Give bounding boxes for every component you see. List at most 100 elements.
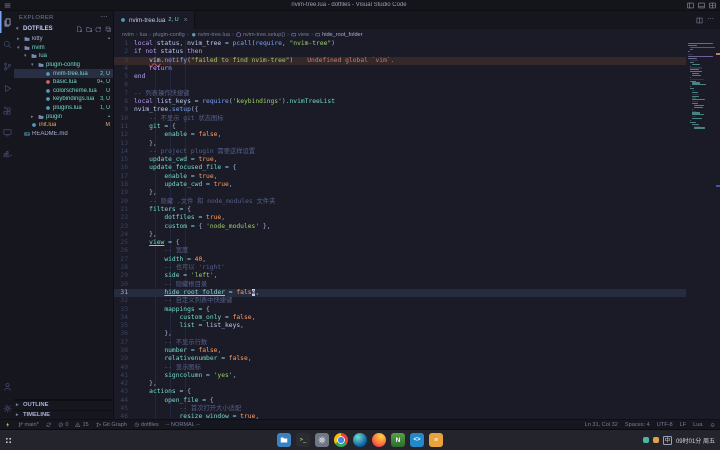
code-line-6[interactable]: 6	[114, 81, 686, 89]
minimap[interactable]	[686, 40, 716, 419]
code-line-15[interactable]: 15 update_cwd = true,	[114, 156, 686, 164]
app-chrome-icon[interactable]	[334, 433, 348, 447]
app-vscode-icon[interactable]: <>	[410, 433, 424, 447]
activity-explorer[interactable]	[0, 11, 14, 33]
more-actions-icon[interactable]: ⋯	[707, 16, 714, 23]
tree-item-keybindings.lua[interactable]: keybindings.lua 3, U	[14, 95, 113, 104]
code-line-27[interactable]: 27 width = 40,	[114, 256, 686, 264]
code-line-2[interactable]: 2 if not status then	[114, 48, 686, 56]
split-editor-icon[interactable]	[696, 17, 703, 24]
code-line-14[interactable]: 14 -- project plugin 需要这样设置	[114, 148, 686, 156]
code-line-10[interactable]: 10 -- 不显示 git 状态图标	[114, 115, 686, 123]
status-cursor-position[interactable]: Ln 31, Col 32	[585, 422, 618, 428]
tree-item-basic.lua[interactable]: basic.lua 9+, U	[14, 78, 113, 87]
code-line-33[interactable]: 33 mappings = {	[114, 306, 686, 314]
tree-item-lua[interactable]: ▾ lua	[14, 52, 113, 61]
launcher-icon[interactable]	[4, 436, 13, 445]
tree-item-init.lua[interactable]: init.lua M	[14, 121, 113, 130]
code-line-7[interactable]: 7 -- 列表操作快捷键	[114, 90, 686, 98]
status-vim-mode[interactable]: -- NORMAL --	[166, 422, 200, 428]
tree-item-plugins.lua[interactable]: plugins.lua 1, U	[14, 104, 113, 113]
code-line-25[interactable]: 25 view = {	[114, 239, 686, 247]
code-line-19[interactable]: 19 },	[114, 189, 686, 197]
tree-item-plugin-config[interactable]: ▾ plugin-config	[14, 61, 113, 70]
code-line-11[interactable]: 11 git = {	[114, 123, 686, 131]
section-outline[interactable]: ▸ OUTLINE	[14, 400, 113, 410]
layout-panel-icon[interactable]	[698, 2, 705, 9]
collapse-all-icon[interactable]	[105, 26, 112, 33]
code-line-21[interactable]: 21 filters = {	[114, 206, 686, 214]
code-line-31[interactable]: 31 hide_root_folder = false,	[114, 288, 686, 298]
status-errors[interactable]: 0	[58, 422, 68, 428]
code-line-44[interactable]: 44 open_file = {	[114, 397, 686, 405]
code-line-16[interactable]: 16 update_focused_file = {	[114, 164, 686, 172]
code-line-38[interactable]: 38 number = false,	[114, 347, 686, 355]
app-settings-icon[interactable]	[315, 433, 329, 447]
close-icon[interactable]: ×	[184, 17, 188, 24]
layout-customize-icon[interactable]	[709, 2, 716, 9]
status-encoding[interactable]: UTF-8	[657, 422, 673, 428]
code-line-28[interactable]: 28 -- 也可以 'right'	[114, 264, 686, 272]
code-line-36[interactable]: 36 },	[114, 330, 686, 338]
breadcrumb-item[interactable]: nvim-tree.lua	[191, 32, 230, 38]
tray-notification-icon[interactable]	[652, 437, 659, 443]
app-terminal-icon[interactable]: >_	[296, 433, 310, 447]
code-line-26[interactable]: 26 -- 宽度	[114, 247, 686, 255]
activity-search[interactable]	[0, 33, 14, 55]
breadcrumb-item[interactable]: lua	[140, 32, 147, 38]
activity-account[interactable]	[0, 375, 14, 397]
code-line-20[interactable]: 20 -- 隐藏 .文件 和 node_modules 文件夹	[114, 198, 686, 206]
code-line-22[interactable]: 22 dotfiles = true,	[114, 214, 686, 222]
code-line-8[interactable]: 8 local list_keys = require('keybindings'…	[114, 98, 686, 106]
activity-settings[interactable]	[0, 397, 14, 419]
breadcrumb-item[interactable]: plugin-config	[153, 32, 185, 38]
refresh-icon[interactable]	[95, 26, 102, 33]
code-editor[interactable]: 1 local status, nvim_tree = pcall(require…	[114, 40, 686, 419]
status-indentation[interactable]: Spaces: 4	[625, 422, 650, 428]
status-sync[interactable]	[46, 422, 52, 428]
code-line-18[interactable]: 18 update_cwd = true,	[114, 181, 686, 189]
tree-item-nvim-tree.lua[interactable]: nvim-tree.lua 2, U	[14, 69, 113, 78]
code-line-30[interactable]: 30 -- 隐藏根目录	[114, 281, 686, 289]
input-method-icon[interactable]: 中	[662, 435, 672, 445]
tree-item-nvim[interactable]: ▾ nvim	[14, 44, 113, 53]
new-file-icon[interactable]	[76, 26, 83, 33]
activity-source-control[interactable]	[0, 55, 14, 77]
code-line-42[interactable]: 42 },	[114, 380, 686, 388]
tree-item-colorscheme.lua[interactable]: colorscheme.lua U	[14, 87, 113, 96]
code-line-45[interactable]: 45 -- 首次打开大小适配	[114, 405, 686, 413]
code-line-35[interactable]: 35 list = list_keys,	[114, 322, 686, 330]
app-firefox-icon[interactable]	[372, 433, 386, 447]
layout-sidebar-icon[interactable]	[687, 2, 694, 9]
status-notifications[interactable]	[710, 422, 716, 428]
code-line-17[interactable]: 17 enable = true,	[114, 173, 686, 181]
code-line-12[interactable]: 12 enable = false,	[114, 131, 686, 139]
breadcrumb-item[interactable]: hide_root_folder	[315, 32, 363, 38]
code-line-34[interactable]: 34 custom_only = false,	[114, 314, 686, 322]
tree-item-plugin[interactable]: ▸ plugin •	[14, 112, 113, 121]
code-line-9[interactable]: 9 nvim_tree.setup({	[114, 106, 686, 114]
section-timeline[interactable]: ▸ TIMELINE	[14, 409, 113, 420]
status-warnings[interactable]: 15	[75, 422, 89, 428]
code-line-46[interactable]: 46 resize_window = true,	[114, 413, 686, 419]
code-line-4[interactable]: 4 return	[114, 65, 686, 73]
code-line-32[interactable]: 32 -- 自定义列表中快捷键	[114, 297, 686, 305]
code-line-1[interactable]: 1 local status, nvim_tree = pcall(require…	[114, 40, 686, 48]
app-notes-icon[interactable]: ≡	[429, 433, 443, 447]
explorer-section-dotfiles[interactable]: ▾ DOTFILES	[14, 24, 113, 34]
status-remote[interactable]	[5, 422, 11, 428]
code-line-24[interactable]: 24 },	[114, 231, 686, 239]
menu-icon[interactable]	[4, 2, 11, 9]
code-line-23[interactable]: 23 custom = { 'node_modules' },	[114, 223, 686, 231]
tray-app-icon[interactable]	[642, 437, 649, 443]
new-folder-icon[interactable]	[85, 26, 93, 33]
code-line-41[interactable]: 41 signcolumn = 'yes',	[114, 372, 686, 380]
code-line-3[interactable]: 3 vim.notify("failed to find nvim-tree")…	[114, 56, 686, 65]
breadcrumb-item[interactable]: nvim-tree.setup()	[236, 32, 285, 38]
activity-remote-explorer[interactable]	[0, 121, 14, 143]
status-git-graph[interactable]: Git Graph	[96, 422, 127, 428]
status-eol[interactable]: LF	[680, 422, 687, 428]
code-line-5[interactable]: 5 end	[114, 73, 686, 81]
activity-docker[interactable]	[0, 143, 14, 165]
more-actions-icon[interactable]: ⋯	[101, 14, 108, 21]
